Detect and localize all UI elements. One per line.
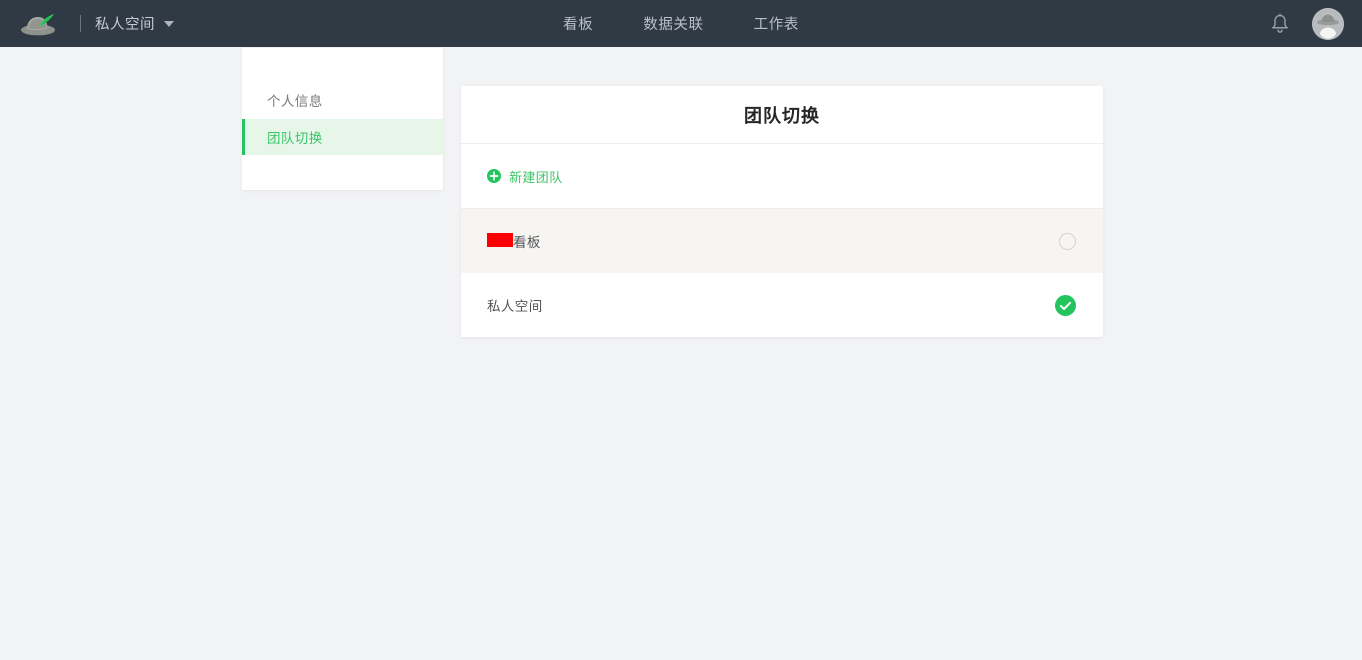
team-name-label: 私人空间 <box>487 299 543 314</box>
page-body: 个人信息 团队切换 团队切换 新建团队 看板 私人空间 <box>0 47 1362 660</box>
team-name: 看板 <box>487 231 541 251</box>
new-team-label: 新建团队 <box>509 169 563 185</box>
page-title: 团队切换 <box>744 105 820 126</box>
sidebar-item-label: 团队切换 <box>267 131 323 146</box>
new-team-button[interactable]: 新建团队 <box>487 167 563 186</box>
radio-unchecked-icon[interactable] <box>1059 232 1076 250</box>
sidebar-item-personal-info[interactable]: 个人信息 <box>242 82 443 118</box>
workspace-name-label: 私人空间 <box>95 17 155 33</box>
nav-item-worksheet[interactable]: 工作表 <box>752 7 801 40</box>
team-switch-card: 团队切换 新建团队 看板 私人空间 <box>461 86 1103 337</box>
user-avatar[interactable] <box>1312 7 1344 40</box>
team-name: 私人空间 <box>487 295 543 315</box>
sidebar-item-team-switch[interactable]: 团队切换 <box>242 119 443 155</box>
hat-feather-logo-icon[interactable] <box>18 10 58 38</box>
brand-area: 私人空间 <box>0 0 174 47</box>
card-header: 团队切换 <box>461 86 1103 144</box>
main-navigation: 看板 数据关联 工作表 <box>0 0 1362 47</box>
redacted-text-block <box>487 233 513 247</box>
brand-separator <box>80 15 81 32</box>
notification-bell-icon[interactable] <box>1270 13 1290 35</box>
top-bar-right-tools <box>1270 0 1344 47</box>
card-action-bar: 新建团队 <box>461 144 1103 209</box>
chevron-down-icon <box>164 20 174 27</box>
plus-circle-icon <box>487 169 501 183</box>
workspace-switcher[interactable]: 私人空间 <box>95 13 174 34</box>
nav-item-data-link[interactable]: 数据关联 <box>641 7 705 40</box>
team-row[interactable]: 看板 <box>461 209 1103 273</box>
radio-checked-icon[interactable] <box>1055 294 1076 316</box>
settings-sidebar: 个人信息 团队切换 <box>242 48 443 190</box>
team-row[interactable]: 私人空间 <box>461 273 1103 337</box>
nav-item-kanban[interactable]: 看板 <box>561 7 595 40</box>
team-name-label: 看板 <box>513 235 541 250</box>
sidebar-item-label: 个人信息 <box>267 94 323 109</box>
top-bar: 私人空间 看板 数据关联 工作表 <box>0 0 1362 47</box>
